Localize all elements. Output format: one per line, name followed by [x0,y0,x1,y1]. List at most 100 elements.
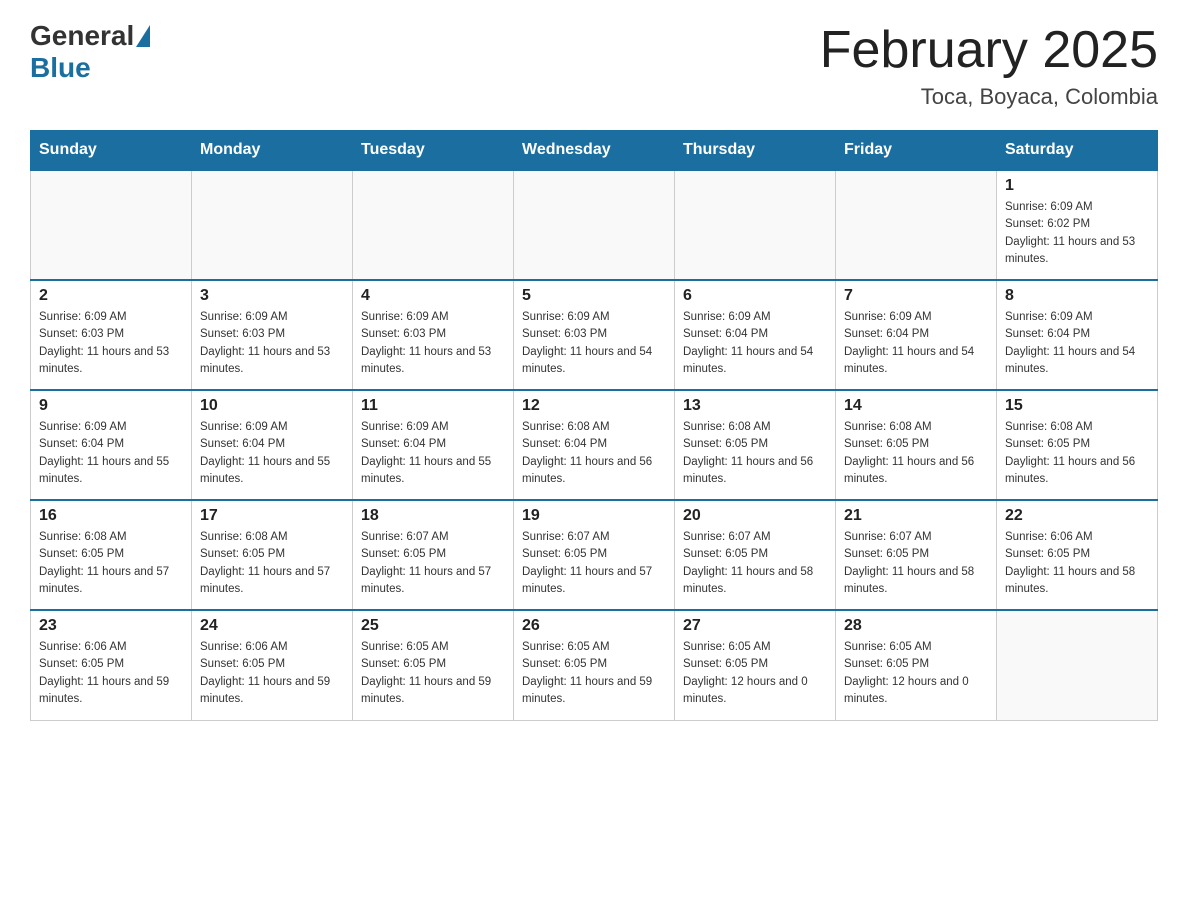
day-info: Sunrise: 6:07 AM Sunset: 6:05 PM Dayligh… [683,529,827,598]
calendar-cell-1-3 [353,170,514,280]
day-info: Sunrise: 6:06 AM Sunset: 6:05 PM Dayligh… [1005,529,1149,598]
day-number: 26 [522,617,666,635]
day-info: Sunrise: 6:06 AM Sunset: 6:05 PM Dayligh… [39,639,183,708]
day-number: 4 [361,287,505,305]
day-info: Sunrise: 6:09 AM Sunset: 6:03 PM Dayligh… [522,309,666,378]
calendar-cell-3-3: 11 Sunrise: 6:09 AM Sunset: 6:04 PM Dayli… [353,390,514,500]
day-number: 2 [39,287,183,305]
weekday-header-row: Sunday Monday Tuesday Wednesday Thursday… [31,131,1158,171]
calendar-cell-5-6: 28 Sunrise: 6:05 AM Sunset: 6:05 PM Dayli… [836,610,997,720]
month-title: February 2025 [820,20,1158,80]
day-info: Sunrise: 6:08 AM Sunset: 6:05 PM Dayligh… [200,529,344,598]
day-info: Sunrise: 6:08 AM Sunset: 6:05 PM Dayligh… [1005,419,1149,488]
day-number: 22 [1005,507,1149,525]
day-number: 27 [683,617,827,635]
day-info: Sunrise: 6:08 AM Sunset: 6:05 PM Dayligh… [683,419,827,488]
day-number: 23 [39,617,183,635]
title-block: February 2025 Toca, Boyaca, Colombia [820,20,1158,110]
calendar-cell-1-5 [675,170,836,280]
calendar-cell-2-2: 3 Sunrise: 6:09 AM Sunset: 6:03 PM Daylig… [192,280,353,390]
logo-blue-text: Blue [30,52,91,83]
calendar-cell-2-5: 6 Sunrise: 6:09 AM Sunset: 6:04 PM Daylig… [675,280,836,390]
calendar-cell-2-6: 7 Sunrise: 6:09 AM Sunset: 6:04 PM Daylig… [836,280,997,390]
calendar-cell-2-1: 2 Sunrise: 6:09 AM Sunset: 6:03 PM Daylig… [31,280,192,390]
calendar-cell-5-2: 24 Sunrise: 6:06 AM Sunset: 6:05 PM Dayli… [192,610,353,720]
day-number: 11 [361,397,505,415]
calendar-cell-4-6: 21 Sunrise: 6:07 AM Sunset: 6:05 PM Dayli… [836,500,997,610]
day-info: Sunrise: 6:09 AM Sunset: 6:02 PM Dayligh… [1005,199,1149,268]
calendar-cell-4-3: 18Sunrise: 6:07 AM Sunset: 6:05 PM Dayli… [353,500,514,610]
header-monday: Monday [192,131,353,171]
day-info: Sunrise: 6:09 AM Sunset: 6:04 PM Dayligh… [1005,309,1149,378]
day-number: 6 [683,287,827,305]
day-number: 1 [1005,177,1149,195]
day-info: Sunrise: 6:05 AM Sunset: 6:05 PM Dayligh… [683,639,827,708]
day-info: Sunrise: 6:07 AM Sunset: 6:05 PM Dayligh… [361,529,505,598]
calendar-cell-1-4 [514,170,675,280]
logo-triangle-icon [136,25,150,47]
day-info: Sunrise: 6:08 AM Sunset: 6:04 PM Dayligh… [522,419,666,488]
day-number: 8 [1005,287,1149,305]
day-number: 19 [522,507,666,525]
calendar-cell-5-1: 23 Sunrise: 6:06 AM Sunset: 6:05 PM Dayli… [31,610,192,720]
calendar-cell-1-7: 1 Sunrise: 6:09 AM Sunset: 6:02 PM Daylig… [997,170,1158,280]
header-wednesday: Wednesday [514,131,675,171]
day-number: 13 [683,397,827,415]
week-row-5: 23 Sunrise: 6:06 AM Sunset: 6:05 PM Dayli… [31,610,1158,720]
day-info: Sunrise: 6:05 AM Sunset: 6:05 PM Dayligh… [522,639,666,708]
day-info: Sunrise: 6:05 AM Sunset: 6:05 PM Dayligh… [361,639,505,708]
header-saturday: Saturday [997,131,1158,171]
day-number: 17 [200,507,344,525]
day-number: 10 [200,397,344,415]
calendar-cell-1-2 [192,170,353,280]
day-number: 12 [522,397,666,415]
day-info: Sunrise: 6:09 AM Sunset: 6:04 PM Dayligh… [200,419,344,488]
location-title: Toca, Boyaca, Colombia [820,84,1158,110]
day-number: 5 [522,287,666,305]
header-tuesday: Tuesday [353,131,514,171]
calendar-cell-2-4: 5 Sunrise: 6:09 AM Sunset: 6:03 PM Daylig… [514,280,675,390]
calendar-cell-3-7: 15 Sunrise: 6:08 AM Sunset: 6:05 PM Dayli… [997,390,1158,500]
day-number: 3 [200,287,344,305]
calendar-cell-4-1: 16Sunrise: 6:08 AM Sunset: 6:05 PM Dayli… [31,500,192,610]
day-info: Sunrise: 6:09 AM Sunset: 6:03 PM Dayligh… [39,309,183,378]
week-row-2: 2 Sunrise: 6:09 AM Sunset: 6:03 PM Daylig… [31,280,1158,390]
calendar-cell-2-3: 4Sunrise: 6:09 AM Sunset: 6:03 PM Daylig… [353,280,514,390]
calendar-cell-4-5: 20 Sunrise: 6:07 AM Sunset: 6:05 PM Dayli… [675,500,836,610]
calendar-cell-4-2: 17 Sunrise: 6:08 AM Sunset: 6:05 PM Dayli… [192,500,353,610]
day-number: 7 [844,287,988,305]
day-info: Sunrise: 6:09 AM Sunset: 6:04 PM Dayligh… [683,309,827,378]
week-row-4: 16 Sunrise: 6:08 AM Sunset: 6:05 PM Dayli… [31,500,1158,610]
day-number: 14 [844,397,988,415]
calendar-cell-5-5: 27 Sunrise: 6:05 AM Sunset: 6:05 PM Dayli… [675,610,836,720]
day-number: 20 [683,507,827,525]
logo-general-text: General [30,20,134,52]
day-info: Sunrise: 6:07 AM Sunset: 6:05 PM Dayligh… [844,529,988,598]
day-number: 24 [200,617,344,635]
day-number: 15 [1005,397,1149,415]
day-number: 16 [39,507,183,525]
day-info: Sunrise: 6:09 AM Sunset: 6:04 PM Dayligh… [844,309,988,378]
header-sunday: Sunday [31,131,192,171]
calendar-cell-1-6 [836,170,997,280]
header-friday: Friday [836,131,997,171]
calendar-cell-3-5: 13 Sunrise: 6:08 AM Sunset: 6:05 PM Dayli… [675,390,836,500]
week-row-3: 9Sunrise: 6:09 AM Sunset: 6:04 PM Daylig… [31,390,1158,500]
calendar-cell-3-6: 14Sunrise: 6:08 AM Sunset: 6:05 PM Dayli… [836,390,997,500]
week-row-1: 1 Sunrise: 6:09 AM Sunset: 6:02 PM Daylig… [31,170,1158,280]
day-info: Sunrise: 6:09 AM Sunset: 6:04 PM Dayligh… [39,419,183,488]
calendar-cell-4-7: 22 Sunrise: 6:06 AM Sunset: 6:05 PM Dayli… [997,500,1158,610]
day-number: 21 [844,507,988,525]
day-info: Sunrise: 6:05 AM Sunset: 6:05 PM Dayligh… [844,639,988,708]
calendar-cell-5-4: 26 Sunrise: 6:05 AM Sunset: 6:05 PM Dayli… [514,610,675,720]
calendar-cell-3-4: 12 Sunrise: 6:08 AM Sunset: 6:04 PM Dayli… [514,390,675,500]
day-info: Sunrise: 6:09 AM Sunset: 6:03 PM Dayligh… [200,309,344,378]
day-info: Sunrise: 6:09 AM Sunset: 6:04 PM Dayligh… [361,419,505,488]
calendar-cell-4-4: 19Sunrise: 6:07 AM Sunset: 6:05 PM Dayli… [514,500,675,610]
logo: General Blue [30,20,150,84]
calendar-cell-1-1 [31,170,192,280]
day-number: 28 [844,617,988,635]
calendar-cell-3-1: 9Sunrise: 6:09 AM Sunset: 6:04 PM Daylig… [31,390,192,500]
day-number: 25 [361,617,505,635]
day-info: Sunrise: 6:06 AM Sunset: 6:05 PM Dayligh… [200,639,344,708]
